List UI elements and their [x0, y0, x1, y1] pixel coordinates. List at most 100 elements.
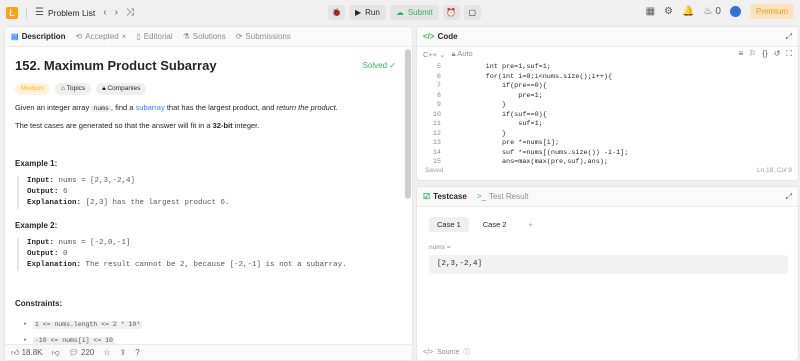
tab-solutions[interactable]: ⚗ Solutions [183, 32, 226, 41]
language-select[interactable]: C++ ⌄ [423, 50, 446, 59]
topics-label: Topics [66, 84, 86, 92]
scrollbar[interactable] [405, 49, 411, 199]
text: Given an integer array [15, 103, 90, 113]
nums-input[interactable]: [2,3,-2,4] [429, 255, 788, 274]
label: Output: [27, 249, 59, 258]
shuffle-icon[interactable]: ⤨ [126, 7, 134, 18]
constraint-item: • 1 <= nums.length <= 2 * 10⁴ [23, 320, 402, 330]
history-icon: ⟳ [235, 32, 243, 41]
tab-code[interactable]: </> Code [423, 32, 458, 41]
code-tabs: </> Code ⤢ [417, 27, 798, 47]
code-text: int pre=1,suf=1; [453, 63, 551, 71]
code-line[interactable]: 12 } [417, 130, 798, 140]
code-line[interactable]: 5 int pre=1,suf=1; [417, 63, 798, 73]
line-number: 13 [432, 139, 441, 147]
tab-submissions[interactable]: ⟳ Submissions [236, 32, 291, 41]
chevron-left-icon[interactable]: ‹ [103, 7, 106, 18]
layout-icon[interactable]: ▦ [646, 6, 655, 17]
value: 6 [63, 187, 68, 196]
tab-editorial[interactable]: ▯ Editorial [136, 32, 172, 41]
expand-icon[interactable]: ⤢ [786, 32, 792, 42]
bookmark-icon[interactable]: ⚐ [749, 49, 756, 59]
tab-accepted[interactable]: ⟲ Accepted × [76, 32, 127, 41]
text: 32-bit [212, 120, 233, 130]
chevron-right-icon[interactable]: › [115, 7, 118, 18]
tab-test-result[interactable]: >_ Test Result [477, 192, 529, 201]
text: integer. [234, 120, 260, 130]
language-label: C++ [423, 49, 438, 59]
book-icon: ▯ [136, 32, 141, 41]
notifications-icon[interactable]: 🔔 [682, 6, 694, 17]
case-tabs: Case 1 Case 2 + [417, 207, 798, 232]
run-button[interactable]: ▶ Run [349, 5, 386, 20]
code-text: if(pre==0){ [453, 82, 547, 90]
tab-label: Testcase [433, 192, 467, 201]
case-2-tab[interactable]: Case 2 [475, 217, 515, 232]
code-line[interactable]: 7 if(pre==0){ [417, 82, 798, 92]
code-line[interactable]: 15 ans=max(max(pre,suf),ans); [417, 158, 798, 168]
example-2-title: Example 2: [15, 220, 58, 230]
share-icon[interactable]: ⇪ [120, 348, 127, 357]
label: Explanation: [27, 198, 82, 207]
line-number: 14 [432, 148, 441, 157]
code-text: ans=max(max(pre,suf),ans); [453, 158, 608, 166]
streak-counter[interactable]: ♨ 0 [703, 6, 721, 17]
auto-mode[interactable]: 🔒︎ Auto [452, 49, 473, 59]
braces-icon[interactable]: {} [762, 49, 767, 59]
list-icon: ☰ [35, 7, 44, 18]
code-line[interactable]: 14 suf *=nums[(nums.size()) -i-1]; [417, 149, 798, 159]
close-icon[interactable]: × [122, 32, 127, 41]
code-line[interactable]: 6 for(int i=0;i<nums.size();i++){ [417, 73, 798, 83]
timer-button[interactable]: ⏰ [442, 5, 460, 20]
topics-button[interactable]: ⌂ Topics [55, 82, 92, 96]
problem-title[interactable]: 152. Maximum Product Subarray [15, 58, 402, 75]
tab-description[interactable]: ▤ Description [11, 32, 66, 41]
like-button[interactable]: 👍︎ 18.8K [11, 348, 43, 358]
editor-tools: ≡ ⚐ {} ↺ ⛶ [739, 49, 793, 59]
settings-icon[interactable]: ⚙ [664, 6, 673, 17]
star-icon[interactable]: ☆ [103, 348, 110, 357]
notes-button[interactable]: ▢ [463, 5, 481, 20]
run-label: Run [365, 8, 380, 17]
format-icon[interactable]: ≡ [739, 49, 744, 59]
premium-button[interactable]: Premium [749, 4, 794, 19]
companies-button[interactable]: 🔒︎ Companies [96, 82, 147, 96]
comments-button[interactable]: 💬︎ 220 [69, 348, 95, 357]
code-editor[interactable]: 5 int pre=1,suf=1; 6 for(int i=0;i<nums.s… [417, 61, 798, 168]
example-1-block: Input: nums = [2,3,-2,4] Output: 6 Expla… [17, 175, 402, 209]
code-line[interactable]: 11 suf=1; [417, 120, 798, 130]
avatar[interactable] [729, 6, 741, 17]
code-line[interactable]: 9 } [417, 101, 798, 111]
debug-button[interactable]: 🐞 [328, 5, 345, 20]
example-1-title: Example 1: [15, 158, 58, 168]
fullscreen-icon[interactable]: ⛶ [786, 49, 792, 59]
source-button[interactable]: </> Source ⓘ [423, 347, 470, 357]
problem-list-button[interactable]: ☰ Problem List [35, 7, 95, 18]
value: The result cannot be 2, because [-2,-1] … [85, 260, 347, 269]
note-icon: ▢ [468, 8, 477, 17]
line-number: 11 [432, 120, 441, 128]
code-text: suf=1; [453, 120, 543, 128]
tab-testcase[interactable]: ☑ Testcase [423, 192, 467, 201]
likes-count: 18.8K [21, 347, 43, 357]
constraints-title: Constraints: [15, 298, 63, 308]
code-line[interactable]: 8 pre=1; [417, 92, 798, 102]
help-icon[interactable]: ? [135, 348, 139, 357]
submit-button[interactable]: ☁ Submit [389, 5, 439, 20]
code-line[interactable]: 10 if(suf==0){ [417, 111, 798, 121]
leetcode-logo-icon[interactable]: L [6, 6, 18, 19]
alarm-icon: ⏰ [446, 8, 457, 17]
thumbs-down-icon[interactable]: 👎︎ [52, 348, 60, 358]
add-case-button[interactable]: + [521, 217, 541, 232]
case-1-tab[interactable]: Case 1 [429, 217, 469, 232]
line-number: 6 [436, 72, 441, 81]
expand-icon[interactable]: ⤢ [786, 192, 792, 202]
bug-icon: 🐞 [331, 8, 342, 17]
code-line[interactable]: 13 pre *=nums[i]; [417, 139, 798, 149]
problem-statement: Given an integer array nums, find a suba… [15, 103, 402, 113]
reset-icon[interactable]: ↺ [774, 49, 781, 59]
document-icon: ▤ [11, 32, 19, 41]
history-icon: ⟲ [75, 32, 83, 41]
value: [2,3] has the largest product 6. [85, 198, 230, 207]
subarray-link[interactable]: subarray [136, 103, 165, 112]
